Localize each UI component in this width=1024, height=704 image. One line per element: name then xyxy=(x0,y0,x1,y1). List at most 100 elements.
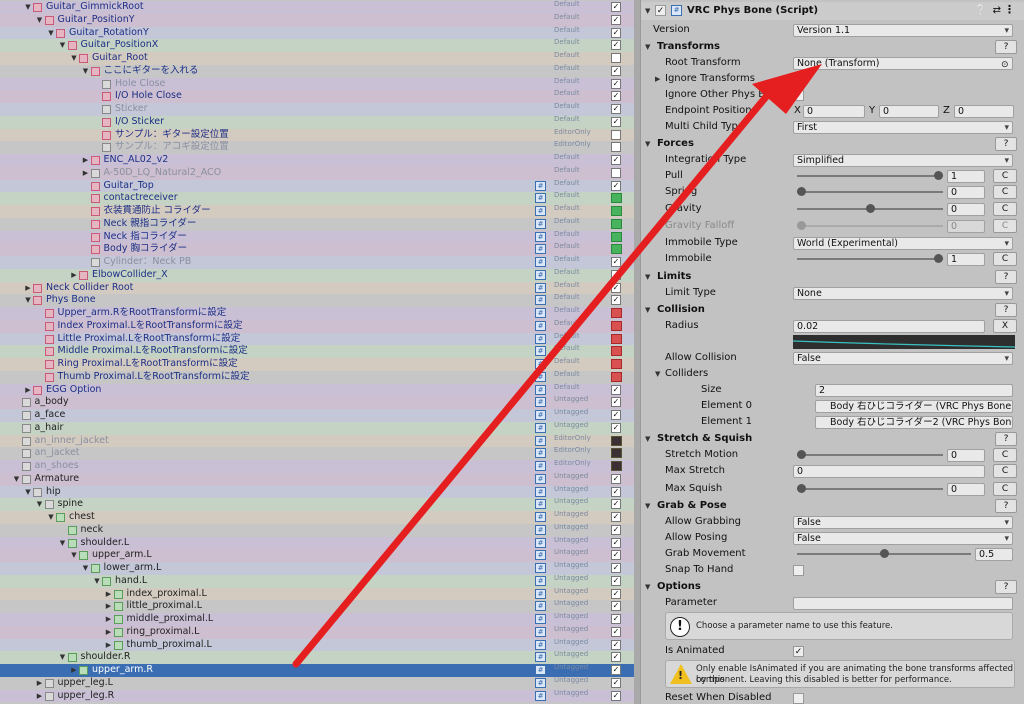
hierarchy-row[interactable]: contactreceiver Default # xyxy=(0,192,634,206)
hierarchy-row[interactable]: ▶ ElbowCollider_X Default # ✓ xyxy=(0,268,634,282)
is-animated-checkbox[interactable]: ✓ xyxy=(793,646,804,657)
hierarchy-row[interactable]: ▼ Armature Untagged # ✓ xyxy=(0,472,634,486)
collapsed-arrow-icon[interactable]: ▶ xyxy=(104,639,114,652)
allow-posing-dropdown[interactable]: False xyxy=(793,532,1013,545)
hierarchy-row[interactable]: 衣装貫通防止 コライダー Default # xyxy=(0,204,634,218)
max-stretch-field[interactable]: 0 xyxy=(793,465,985,478)
hierarchy-row[interactable]: Neck 親指コライダー Default # xyxy=(0,217,634,231)
hierarchy-row[interactable]: ▼ spine Untagged # ✓ xyxy=(0,498,634,512)
element1-field[interactable]: Body 右ひじコライダー2 (VRC Phys Bone xyxy=(815,416,1013,429)
grab-movement-field[interactable]: 0.5 xyxy=(975,548,1013,561)
hierarchy-row[interactable]: I/O Sticker Default ✓ xyxy=(0,115,634,129)
hierarchy-row[interactable]: Neck 指コライダー Default # xyxy=(0,230,634,244)
stretch-section[interactable]: Stretch & Squish xyxy=(657,431,752,447)
active-checkbox[interactable]: ✓ xyxy=(611,422,621,433)
collision-section[interactable]: Collision xyxy=(657,302,705,318)
colliders-label[interactable]: Colliders xyxy=(665,366,708,382)
hierarchy-row[interactable]: ▼ chest Untagged # ✓ xyxy=(0,510,634,524)
hierarchy-row[interactable]: I/O Hole Close Default ✓ xyxy=(0,90,634,104)
forces-help-button[interactable]: ? xyxy=(995,137,1017,151)
active-checkbox[interactable]: ✓ xyxy=(611,40,621,51)
hierarchy-row[interactable]: ▼ hand.L Untagged # ✓ xyxy=(0,574,634,588)
hierarchy-row[interactable]: ▶ middle_proximal.L Untagged # ✓ xyxy=(0,612,634,626)
expanded-arrow-icon[interactable]: ▼ xyxy=(35,498,45,511)
slider-knob[interactable] xyxy=(797,484,806,493)
hierarchy-row[interactable]: ▼ upper_arm.L Untagged # ✓ xyxy=(0,549,634,563)
expanded-arrow-icon[interactable]: ▼ xyxy=(81,562,91,575)
spring-curve-button[interactable]: C xyxy=(993,185,1017,199)
max-stretch-curve-button[interactable]: C xyxy=(993,464,1017,478)
fold-arrow-icon[interactable]: ▼ xyxy=(645,39,650,55)
expanded-arrow-icon[interactable]: ▼ xyxy=(58,651,68,664)
hierarchy-row[interactable]: ▼ Guitar_GimmickRoot Default ✓ xyxy=(0,0,634,14)
collapsed-arrow-icon[interactable]: ▶ xyxy=(81,154,91,167)
active-checkbox[interactable]: ✓ xyxy=(611,27,621,38)
active-checkbox[interactable]: ✓ xyxy=(611,269,621,280)
allow-grabbing-dropdown[interactable]: False xyxy=(793,516,1013,529)
expanded-arrow-icon[interactable]: ▼ xyxy=(46,27,56,40)
hierarchy-row[interactable]: a_hair Untagged # ✓ xyxy=(0,421,634,435)
fold-arrow-icon[interactable]: ▶ xyxy=(655,71,660,87)
options-section[interactable]: Options xyxy=(657,579,701,595)
collapsed-arrow-icon[interactable]: ▶ xyxy=(69,664,79,677)
expanded-arrow-icon[interactable]: ▼ xyxy=(69,52,79,65)
collapsed-arrow-icon[interactable]: ▶ xyxy=(23,282,33,295)
expanded-arrow-icon[interactable]: ▼ xyxy=(69,549,79,562)
max-squish-slider[interactable] xyxy=(797,484,943,493)
immobile-curve-button[interactable]: C xyxy=(993,252,1017,266)
gravity-field[interactable]: 0 xyxy=(947,203,985,216)
hierarchy-row[interactable]: a_face Untagged # ✓ xyxy=(0,408,634,422)
spring-field[interactable]: 0 xyxy=(947,186,985,199)
immobile-type-dropdown[interactable]: World (Experimental) xyxy=(793,237,1013,250)
collapsed-arrow-icon[interactable]: ▶ xyxy=(104,613,114,626)
collapsed-arrow-icon[interactable]: ▶ xyxy=(35,677,45,690)
active-checkbox[interactable]: ✓ xyxy=(611,78,621,89)
endpoint-x-field[interactable]: 0 xyxy=(803,105,865,118)
active-checkbox[interactable]: ✓ xyxy=(611,537,621,548)
hierarchy-row[interactable]: ▶ upper_leg.R Untagged # ✓ xyxy=(0,689,634,703)
hierarchy-row[interactable]: ▼ Guitar_PositionY Default ✓ xyxy=(0,13,634,27)
active-checkbox[interactable]: ✓ xyxy=(611,384,621,395)
fold-arrow-icon[interactable]: ▼ xyxy=(645,136,650,152)
version-dropdown[interactable]: Version 1.1 xyxy=(793,24,1013,37)
stretch-motion-field[interactable]: 0 xyxy=(947,449,985,462)
active-checkbox[interactable]: ✓ xyxy=(611,65,621,76)
active-checkbox[interactable]: ✓ xyxy=(611,486,621,497)
hierarchy-row[interactable]: Ring Proximal.LをRootTransformに設定 Default # xyxy=(0,357,634,371)
active-checkbox[interactable]: ✓ xyxy=(611,652,621,663)
grab-section[interactable]: Grab & Pose xyxy=(657,498,727,514)
collision-help-button[interactable]: ? xyxy=(995,303,1017,317)
hierarchy-row[interactable]: ▶ little_proximal.L Untagged # ✓ xyxy=(0,600,634,614)
active-checkbox[interactable]: ✓ xyxy=(611,410,621,420)
hierarchy-row[interactable]: ▼ Guitar_RotationY Default ✓ xyxy=(0,26,634,40)
hierarchy-row[interactable]: ▼ hip Untagged # ✓ xyxy=(0,485,634,499)
hierarchy-row[interactable]: Guitar_Top Default # ✓ xyxy=(0,179,634,193)
hierarchy-row[interactable]: Hole Close Default ✓ xyxy=(0,77,634,91)
gravity-slider[interactable] xyxy=(797,204,943,213)
hierarchy-row[interactable]: ▶ EGG Option Default # ✓ xyxy=(0,383,634,397)
active-checkbox[interactable]: ✓ xyxy=(611,295,621,306)
fold-arrow-icon[interactable]: ▼ xyxy=(655,366,660,382)
radius-curve-preview[interactable] xyxy=(793,335,1015,349)
immobile-slider[interactable] xyxy=(797,254,943,263)
collapsed-arrow-icon[interactable]: ▶ xyxy=(104,600,114,613)
active-checkbox[interactable]: ✓ xyxy=(611,665,621,675)
ignore-other-checkbox[interactable] xyxy=(793,90,804,101)
hierarchy-row[interactable]: ▶ Neck Collider Root Default # ✓ xyxy=(0,281,634,295)
hierarchy-row[interactable]: an_shoes EditorOnly # xyxy=(0,459,634,473)
immobile-field[interactable]: 1 xyxy=(947,253,985,266)
hierarchy-row[interactable]: ▶ index_proximal.L Untagged # ✓ xyxy=(0,587,634,601)
limits-help-button[interactable]: ? xyxy=(995,270,1017,284)
hierarchy-row[interactable]: ▼ lower_arm.L Untagged # ✓ xyxy=(0,561,634,575)
active-checkbox[interactable]: ✓ xyxy=(611,473,621,484)
active-checkbox[interactable]: ✓ xyxy=(611,180,621,191)
active-checkbox[interactable] xyxy=(611,53,621,63)
expanded-arrow-icon[interactable]: ▼ xyxy=(23,294,33,307)
stretch-motion-slider[interactable] xyxy=(797,450,943,459)
active-checkbox[interactable]: ✓ xyxy=(611,14,621,25)
hierarchy-row[interactable]: Little Proximal.LをRootTransformに設定 Defaul… xyxy=(0,332,634,346)
active-checkbox[interactable]: ✓ xyxy=(611,512,621,522)
radius-field[interactable]: 0.02 xyxy=(793,320,985,333)
component-enabled-checkbox[interactable]: ✓ xyxy=(655,5,666,16)
hierarchy-row[interactable]: neck Untagged # ✓ xyxy=(0,523,634,537)
